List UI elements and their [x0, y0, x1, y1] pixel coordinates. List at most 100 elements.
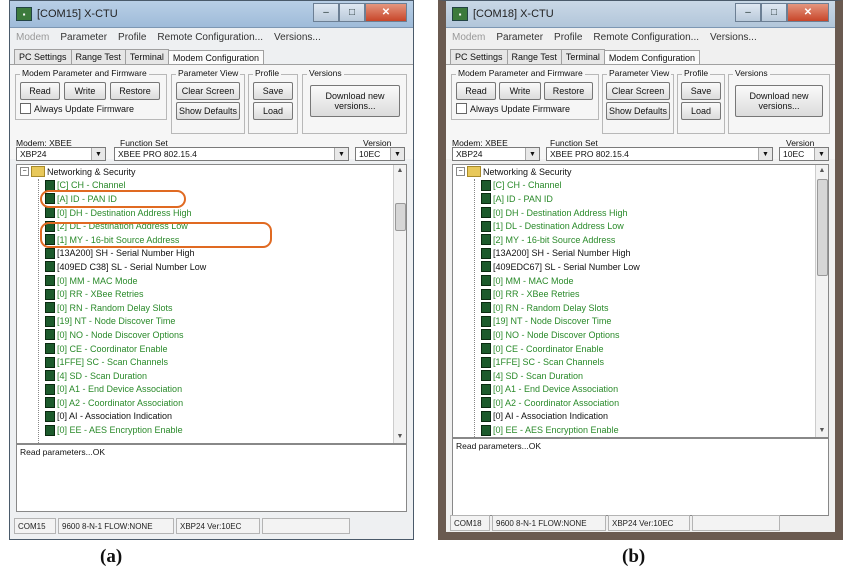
chevron-down-icon[interactable]: ▼ [525, 148, 539, 160]
tree-item[interactable]: [0] CE - Coordinator Enable [453, 342, 828, 356]
tree-item[interactable]: [C] CH - Channel [453, 179, 828, 193]
menu-profile[interactable]: Profile [554, 32, 582, 43]
menu-parameter[interactable]: Parameter [60, 32, 107, 43]
minimize-icon[interactable]: – [735, 3, 761, 22]
tab-modem-configuration[interactable]: Modem Configuration [167, 50, 264, 65]
tree-root[interactable]: − Networking & Security [17, 165, 406, 179]
load-button[interactable]: Load [681, 102, 721, 120]
title-bar[interactable]: ▪ [COM15] X-CTU – □ ✕ [10, 1, 413, 28]
chevron-down-icon[interactable]: ▼ [390, 148, 404, 160]
tree-item[interactable]: [4] SD - Scan Duration [453, 369, 828, 383]
tree-root[interactable]: − Networking & Security [453, 165, 828, 179]
maximize-icon[interactable]: □ [339, 3, 365, 22]
menu-profile[interactable]: Profile [118, 32, 146, 43]
menu-versions[interactable]: Versions... [710, 32, 757, 43]
tab-pc-settings[interactable]: PC Settings [14, 49, 72, 64]
collapse-icon[interactable]: − [20, 167, 29, 177]
tab-range-test[interactable]: Range Test [70, 49, 126, 64]
close-icon[interactable]: ✕ [365, 3, 407, 22]
tree-item[interactable]: [0] A1 - End Device Association [17, 383, 406, 397]
tree-scrollbar[interactable]: ▲ ▼ [815, 165, 828, 437]
restore-button[interactable]: Restore [544, 82, 593, 100]
menu-modem[interactable]: Modem [16, 32, 49, 43]
download-versions-button[interactable]: Download new versions... [310, 85, 400, 117]
tree-item[interactable]: [0] CE - Coordinator Enable [17, 342, 406, 356]
write-button[interactable]: Write [64, 82, 106, 100]
tree-item[interactable]: [1FFE] SC - Scan Channels [453, 355, 828, 369]
tab-pc-settings[interactable]: PC Settings [450, 49, 508, 64]
tree-item[interactable]: [0] RN - Random Delay Slots [17, 301, 406, 315]
version-select[interactable]: 10EC ▼ [779, 147, 829, 161]
menu-versions[interactable]: Versions... [274, 32, 321, 43]
checkbox-icon[interactable] [456, 103, 467, 114]
checkbox-icon[interactable] [20, 103, 31, 114]
tree-item[interactable]: [0] AI - Association Indication [453, 410, 828, 424]
show-defaults-button[interactable]: Show Defaults [606, 102, 670, 120]
always-update-checkbox[interactable]: Always Update Firmware [20, 103, 134, 114]
tree-item[interactable]: [13A200] SH - Serial Number High [17, 247, 406, 261]
chevron-down-icon[interactable]: ▼ [334, 148, 348, 160]
modem-select[interactable]: XBP24 ▼ [16, 147, 106, 161]
scroll-up-icon[interactable]: ▲ [816, 165, 828, 177]
tree-item[interactable]: [19] NT - Node Discover Time [17, 315, 406, 329]
scroll-down-icon[interactable]: ▼ [816, 425, 828, 437]
title-bar[interactable]: ▪ [COM18] X-CTU – □ ✕ [446, 1, 835, 28]
tree-scrollbar[interactable]: ▲ ▼ [393, 165, 406, 443]
tree-item[interactable]: [1] DL - Destination Address Low [453, 219, 828, 233]
tree-item[interactable]: [0] EE - AES Encryption Enable [453, 423, 828, 437]
scroll-down-icon[interactable]: ▼ [394, 431, 406, 443]
save-button[interactable]: Save [253, 82, 293, 100]
tree-item[interactable]: [0] RN - Random Delay Slots [453, 301, 828, 315]
maximize-icon[interactable]: □ [761, 3, 787, 22]
tree-item[interactable]: [409ED C38] SL - Serial Number Low [17, 260, 406, 274]
scroll-thumb[interactable] [817, 179, 828, 276]
tree-item[interactable]: [4] SD - Scan Duration [17, 369, 406, 383]
tree-item[interactable]: [1FFE] SC - Scan Channels [17, 355, 406, 369]
minimize-icon[interactable]: – [313, 3, 339, 22]
write-button[interactable]: Write [499, 82, 541, 100]
tree-item[interactable]: [0] MM - MAC Mode [453, 274, 828, 288]
collapse-icon[interactable]: − [456, 167, 465, 177]
tree-item[interactable]: [13A200] SH - Serial Number High [453, 247, 828, 261]
restore-button[interactable]: Restore [110, 82, 160, 100]
tree-item[interactable]: [0] EE - AES Encryption Enable [17, 423, 406, 437]
close-icon[interactable]: ✕ [787, 3, 829, 22]
chevron-down-icon[interactable]: ▼ [758, 148, 772, 160]
tree-item[interactable]: [0] MM - MAC Mode [17, 274, 406, 288]
tree-item[interactable]: [0] RR - XBee Retries [17, 287, 406, 301]
tree-item[interactable]: [0] A1 - End Device Association [453, 383, 828, 397]
modem-select[interactable]: XBP24 ▼ [452, 147, 540, 161]
tree-item[interactable]: [0] RR - XBee Retries [453, 287, 828, 301]
tree-item[interactable]: [0] DH - Destination Address High [453, 206, 828, 220]
menu-modem[interactable]: Modem [452, 32, 485, 43]
read-button[interactable]: Read [20, 82, 60, 100]
clear-screen-button[interactable]: Clear Screen [176, 82, 240, 100]
tree-item[interactable]: [0] A2 - Coordinator Association [453, 396, 828, 410]
show-defaults-button[interactable]: Show Defaults [176, 102, 240, 120]
tree-item[interactable]: [0] AI - Association Indication [17, 410, 406, 424]
tree-item[interactable]: [A] ID - PAN ID [453, 192, 828, 206]
version-select[interactable]: 10EC ▼ [355, 147, 405, 161]
menu-remote-configuration[interactable]: Remote Configuration... [593, 32, 699, 43]
scroll-up-icon[interactable]: ▲ [394, 165, 406, 177]
always-update-checkbox[interactable]: Always Update Firmware [456, 103, 570, 114]
menu-remote-configuration[interactable]: Remote Configuration... [157, 32, 263, 43]
chevron-down-icon[interactable]: ▼ [814, 148, 828, 160]
tree-item[interactable]: [0] NO - Node Discover Options [453, 328, 828, 342]
save-button[interactable]: Save [681, 82, 721, 100]
scroll-thumb[interactable] [395, 203, 406, 231]
chevron-down-icon[interactable]: ▼ [91, 148, 105, 160]
tree-item[interactable]: [19] NT - Node Discover Time [453, 315, 828, 329]
tab-terminal[interactable]: Terminal [124, 49, 169, 64]
tab-range-test[interactable]: Range Test [506, 49, 562, 64]
load-button[interactable]: Load [253, 102, 293, 120]
tab-modem-configuration[interactable]: Modem Configuration [603, 50, 700, 65]
clear-screen-button[interactable]: Clear Screen [606, 82, 670, 100]
tree-item[interactable]: [409EDC67] SL - Serial Number Low [453, 260, 828, 274]
function-set-select[interactable]: XBEE PRO 802.15.4 ▼ [546, 147, 773, 161]
read-button[interactable]: Read [456, 82, 496, 100]
tree-item[interactable]: [0] A2 - Coordinator Association [17, 396, 406, 410]
tree-item[interactable]: [2] MY - 16-bit Source Address [453, 233, 828, 247]
download-versions-button[interactable]: Download new versions... [735, 85, 823, 117]
menu-parameter[interactable]: Parameter [496, 32, 543, 43]
